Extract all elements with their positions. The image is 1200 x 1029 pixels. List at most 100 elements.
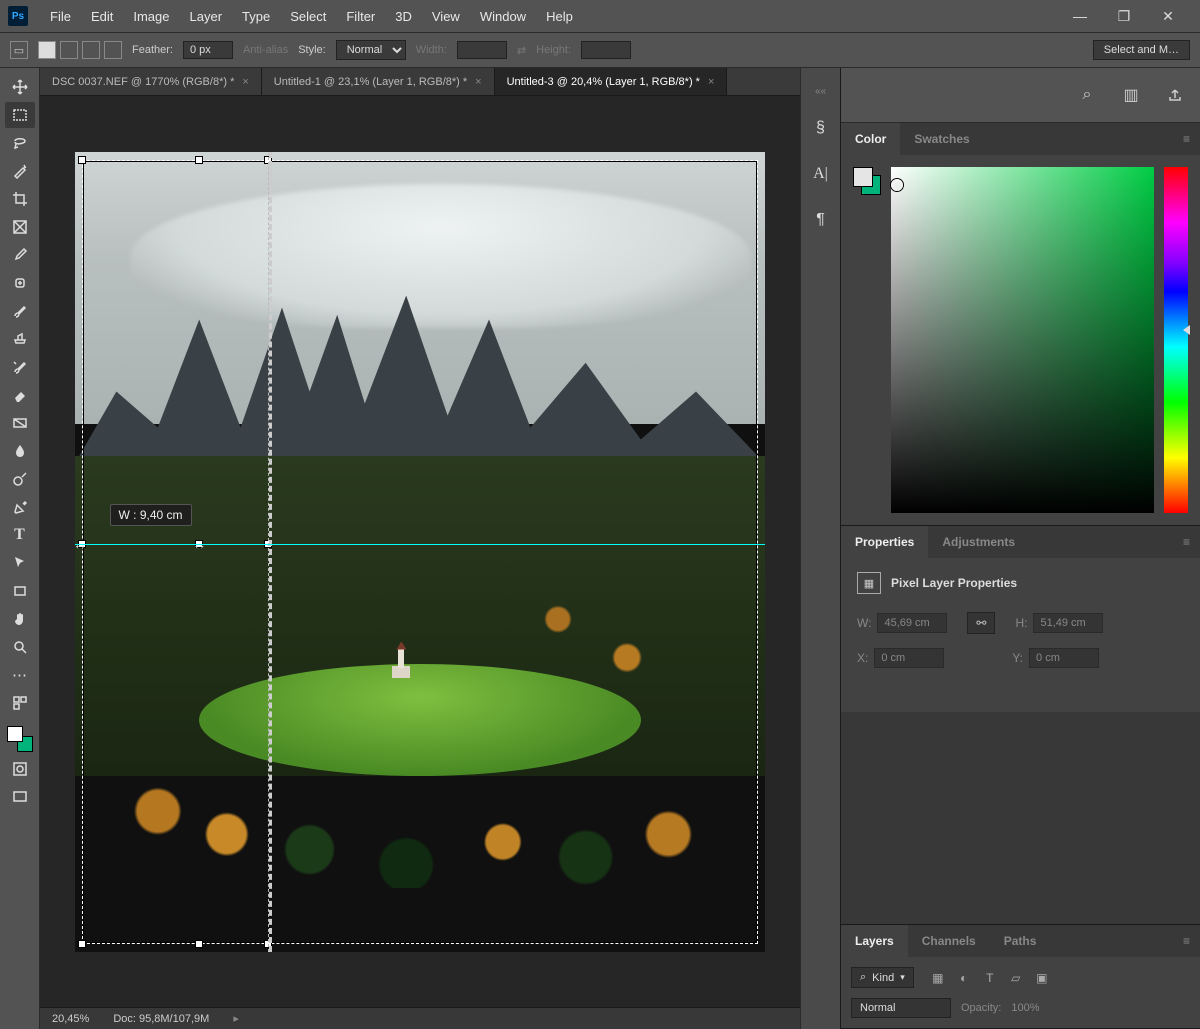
prop-y-label: Y: [1012, 651, 1023, 665]
window-maximize-button[interactable]: ❐ [1112, 4, 1136, 28]
history-brush-tool[interactable] [5, 354, 35, 380]
edit-toolbar-icon[interactable] [5, 690, 35, 716]
rectangle-shape-tool[interactable] [5, 578, 35, 604]
menu-file[interactable]: File [40, 5, 81, 28]
document-tab[interactable]: DSC 0037.NEF @ 1770% (RGB/8*) *× [40, 68, 262, 95]
marquee-mode-icons[interactable] [38, 41, 122, 59]
gradient-tool[interactable] [5, 410, 35, 436]
menu-layer[interactable]: Layer [180, 5, 233, 28]
filter-type-icon[interactable]: T [980, 969, 1000, 987]
tab-swatches[interactable]: Swatches [900, 123, 983, 155]
style-select[interactable]: Normal [336, 40, 406, 60]
hue-slider[interactable] [1164, 167, 1188, 513]
eyedropper-tool[interactable] [5, 242, 35, 268]
prop-h-input[interactable] [1033, 613, 1103, 633]
menu-image[interactable]: Image [123, 5, 179, 28]
brush-tool[interactable] [5, 298, 35, 324]
tab-adjustments[interactable]: Adjustments [928, 526, 1029, 558]
filter-smart-icon[interactable]: ▣ [1032, 969, 1052, 987]
tool-preset-icon[interactable]: ▭ [10, 41, 28, 59]
filter-pixel-icon[interactable]: ▦ [928, 969, 948, 987]
menu-view[interactable]: View [422, 5, 470, 28]
hand-tool[interactable] [5, 606, 35, 632]
document-canvas[interactable]: ↔ ↔ W : 9,40 cm [75, 152, 765, 952]
menu-select[interactable]: Select [280, 5, 336, 28]
blur-tool[interactable] [5, 438, 35, 464]
pen-tool[interactable] [5, 494, 35, 520]
filter-adjust-icon[interactable]: ◐ [954, 969, 974, 987]
blend-mode-select[interactable]: Normal [851, 998, 951, 1018]
width-input [457, 41, 507, 59]
arrange-documents-icon[interactable]: ▥ [1120, 84, 1142, 106]
toolbox: T ⋯ [0, 68, 40, 1029]
clone-stamp-tool[interactable] [5, 326, 35, 352]
dodge-tool[interactable] [5, 466, 35, 492]
link-wh-button[interactable]: ⚯ [967, 612, 995, 634]
lasso-tool[interactable] [5, 130, 35, 156]
menu-window[interactable]: Window [470, 5, 536, 28]
prop-w-input[interactable] [877, 613, 947, 633]
zoom-tool[interactable] [5, 634, 35, 660]
eraser-tool[interactable] [5, 382, 35, 408]
rectangular-marquee-tool[interactable] [5, 102, 35, 128]
share-icon[interactable] [1164, 84, 1186, 106]
character-panel-icon[interactable]: A| [807, 160, 835, 188]
menu-3d[interactable]: 3D [385, 5, 422, 28]
document-tab[interactable]: Untitled-3 @ 20,4% (Layer 1, RGB/8*) *× [495, 68, 728, 95]
spot-healing-tool[interactable] [5, 270, 35, 296]
close-tab-icon[interactable]: × [475, 76, 481, 88]
opacity-value[interactable]: 100% [1011, 1002, 1039, 1014]
foreground-background-colors[interactable] [5, 724, 35, 754]
tab-color[interactable]: Color [841, 123, 900, 155]
layer-filter-icons[interactable]: ▦ ◐ T ▱ ▣ [928, 969, 1052, 987]
filter-shape-icon[interactable]: ▱ [1006, 969, 1026, 987]
menu-filter[interactable]: Filter [336, 5, 385, 28]
transform-bounding-box[interactable] [82, 160, 758, 944]
layer-filter-kind[interactable]: ⌕ Kind ▾ [851, 967, 914, 988]
feather-input[interactable] [183, 41, 233, 59]
color-fg-bg-swatches[interactable] [853, 167, 881, 513]
tab-paths[interactable]: Paths [990, 925, 1051, 957]
move-tool[interactable] [5, 74, 35, 100]
doc-size[interactable]: Doc: 95,8M/107,9M [113, 1013, 209, 1025]
type-tool[interactable]: T [5, 522, 35, 548]
color-panel-menu-icon[interactable]: ≡ [1173, 123, 1200, 155]
properties-panel: Properties Adjustments ≡ ▦ Pixel Layer P… [841, 526, 1200, 925]
tab-properties[interactable]: Properties [841, 526, 928, 558]
close-tab-icon[interactable]: × [708, 76, 714, 88]
more-tools[interactable]: ⋯ [5, 662, 35, 688]
screen-mode-icon[interactable] [5, 784, 35, 810]
magic-wand-tool[interactable] [5, 158, 35, 184]
prop-x-input[interactable] [874, 648, 944, 668]
window-minimize-button[interactable]: — [1068, 4, 1092, 28]
paragraph-panel-icon[interactable]: ¶ [807, 206, 835, 234]
layers-panel-menu-icon[interactable]: ≡ [1173, 925, 1200, 957]
history-panel-icon[interactable]: § [807, 114, 835, 142]
search-icon[interactable]: ⌕ [1076, 84, 1098, 106]
close-tab-icon[interactable]: × [242, 76, 248, 88]
color-field[interactable] [891, 167, 1154, 513]
strip-collapse-icon[interactable]: «« [801, 86, 840, 96]
horizontal-guide[interactable] [75, 544, 765, 545]
quick-mask-icon[interactable] [5, 756, 35, 782]
color-cursor[interactable] [891, 179, 903, 191]
hue-slider-handle[interactable] [1183, 325, 1190, 335]
properties-panel-menu-icon[interactable]: ≡ [1173, 526, 1200, 558]
status-arrow-icon[interactable]: ▸ [233, 1012, 239, 1025]
zoom-level[interactable]: 20,45% [52, 1013, 89, 1025]
antialias-label: Anti-alias [243, 44, 288, 56]
window-close-button[interactable]: ✕ [1156, 4, 1180, 28]
layer-search-icon: ⌕ [860, 971, 866, 984]
tab-layers[interactable]: Layers [841, 925, 908, 957]
tab-channels[interactable]: Channels [908, 925, 990, 957]
menu-edit[interactable]: Edit [81, 5, 123, 28]
menu-help[interactable]: Help [536, 5, 583, 28]
crop-tool[interactable] [5, 186, 35, 212]
select-and-mask-button[interactable]: Select and M… [1093, 40, 1190, 60]
frame-tool[interactable] [5, 214, 35, 240]
menu-type[interactable]: Type [232, 5, 280, 28]
path-selection-tool[interactable] [5, 550, 35, 576]
prop-y-input[interactable] [1029, 648, 1099, 668]
document-tab[interactable]: Untitled-1 @ 23,1% (Layer 1, RGB/8*) *× [262, 68, 495, 95]
canvas-area[interactable]: ↔ ↔ W : 9,40 cm [40, 96, 800, 1007]
